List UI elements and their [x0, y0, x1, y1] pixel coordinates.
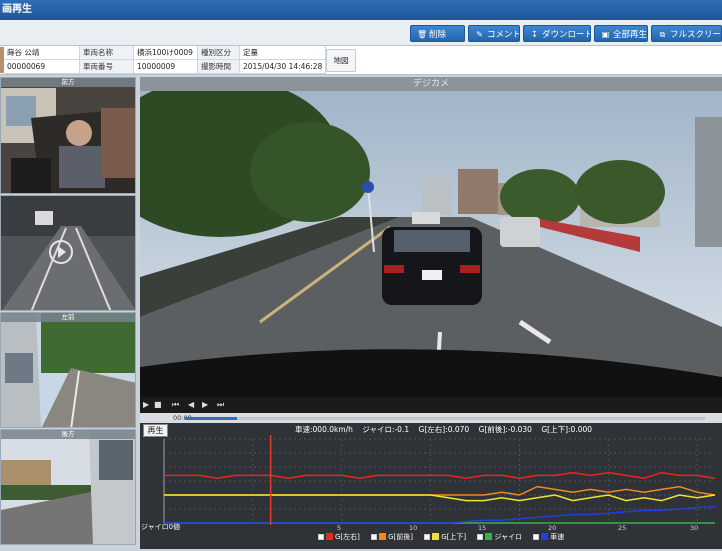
vehicle-name: 横浜100け0009 — [134, 46, 198, 60]
x-tick: 30 — [690, 524, 699, 532]
series-line-0 — [164, 471, 716, 479]
x-tick: 15 — [478, 524, 487, 532]
camera-label-left: 左前 — [1, 313, 135, 322]
shot-time: 2015/04/30 14:46:28 — [240, 60, 326, 74]
legend-swatch — [379, 533, 387, 540]
x-tick: 10 — [409, 524, 418, 532]
readout-g-lr: G[左右]:0.070 — [418, 425, 470, 434]
readout-g-ud: G[上下]:0.000 — [541, 425, 593, 434]
legend-item[interactable]: G[前後] — [371, 532, 413, 542]
legend-swatch — [326, 533, 333, 540]
camera-thumb-forward[interactable] — [0, 195, 136, 311]
vehicle-no-label: 車両番号 — [80, 60, 134, 74]
sensor-graph — [140, 423, 722, 549]
camera-label-front: 前方 — [1, 78, 135, 87]
series-line-2 — [164, 494, 716, 502]
legend-swatch — [541, 533, 549, 540]
legend-item[interactable]: G[左右] — [318, 532, 360, 542]
stop-icon[interactable]: ■ — [154, 399, 162, 411]
trash-icon: 🗑 — [417, 30, 428, 39]
seek-progress — [185, 417, 237, 420]
rear-camera-image — [1, 430, 135, 544]
legend-swatch — [432, 533, 440, 540]
readout-gyro: ジャイロ:-0.1 — [362, 425, 410, 434]
toolbar: 🗑削除 ✎コメント ↧ダウンロード ▣全部再生 ⧉フルスクリーン — [0, 20, 722, 46]
x-tick: 25 — [618, 524, 627, 532]
checkbox[interactable] — [533, 534, 540, 540]
cabin-camera-image — [1, 78, 135, 193]
type-label: 種別区分 — [198, 46, 240, 60]
graph-legend: G[左右] G[前後] G[上下] ジャイロ 車速 — [318, 532, 573, 542]
checkbox[interactable] — [318, 534, 324, 540]
edit-icon: ✎ — [476, 30, 483, 39]
forward-camera-image — [1, 196, 135, 310]
checkbox[interactable] — [424, 534, 431, 540]
sensor-chart — [163, 435, 716, 525]
driver-name: 蒔谷 公靖 — [4, 46, 80, 60]
camera-thumb-left[interactable]: 左前 — [0, 312, 136, 428]
skip-forward-icon[interactable]: ⏭ — [217, 399, 224, 411]
camera-label-main: デジカメ — [140, 77, 722, 91]
fullscreen-button[interactable]: ⧉フルスクリーン — [651, 25, 722, 42]
vehicle-name-label: 車両名称 — [80, 46, 134, 60]
play-all-icon: ▣ — [601, 30, 610, 39]
fullscreen-icon: ⧉ — [659, 30, 666, 39]
left-camera-image — [1, 313, 135, 427]
delete-button[interactable]: 🗑 削除 — [410, 25, 465, 42]
map-button[interactable]: 地図 — [326, 49, 356, 72]
checkbox[interactable] — [477, 534, 484, 540]
seek-area: 00:08 — [140, 413, 722, 423]
play-button[interactable]: 再生 — [143, 424, 168, 437]
camera-label-rear: 後方 — [1, 430, 135, 439]
legend-item[interactable]: G[上下] — [424, 532, 466, 542]
main-video[interactable]: デジカメ — [140, 77, 722, 409]
playback-controls: ▶ ■ ⏮ ◀ ▶ ⏭ — [140, 397, 722, 413]
step-forward-icon[interactable]: ▶ — [202, 399, 208, 411]
series-line-1 — [164, 485, 716, 496]
window-title: 画再生 — [0, 0, 722, 20]
graph-y-label: ジャイロ0値 — [141, 523, 181, 531]
legend-swatch — [485, 533, 493, 540]
step-back-icon[interactable]: ◀ — [188, 399, 194, 411]
comment-button[interactable]: ✎ コメント — [468, 25, 520, 42]
readout-g-fb: G[前後]:-0.030 — [478, 425, 532, 434]
play-icon[interactable]: ▶ — [143, 399, 149, 411]
recording-info: 蒔谷 公靖 00000069 車両名称 横浜100け0009 車両番号 1000… — [0, 46, 722, 75]
play-all-button[interactable]: ▣ 全部再生 — [594, 25, 648, 42]
sensor-readout: 車速:000.0km/h ジャイロ:-0.1 G[左右]:0.070 G[前後]… — [295, 424, 599, 435]
vehicle-no: 10000009 — [134, 60, 198, 74]
legend-item[interactable]: 車速 — [533, 532, 564, 542]
seek-bar[interactable] — [185, 417, 705, 420]
readout-speed: 車速:000.0km/h — [295, 425, 353, 434]
download-icon: ↧ — [531, 30, 538, 39]
download-button[interactable]: ↧ ダウンロード — [523, 25, 591, 42]
legend-item[interactable]: ジャイロ — [477, 532, 522, 542]
checkbox[interactable] — [371, 534, 378, 540]
dashcam-image — [140, 77, 722, 409]
driver-id: 00000069 — [4, 60, 80, 74]
x-tick: 20 — [548, 524, 557, 532]
x-tick: 5 — [337, 524, 342, 532]
type-value: 定量 — [240, 46, 326, 60]
camera-thumb-rear[interactable]: 後方 — [0, 429, 136, 545]
camera-thumb-front[interactable]: 前方 — [0, 77, 136, 194]
skip-back-icon[interactable]: ⏮ — [172, 399, 179, 411]
driver-avatar — [0, 47, 4, 73]
shot-time-label: 撮影時間 — [198, 60, 240, 74]
